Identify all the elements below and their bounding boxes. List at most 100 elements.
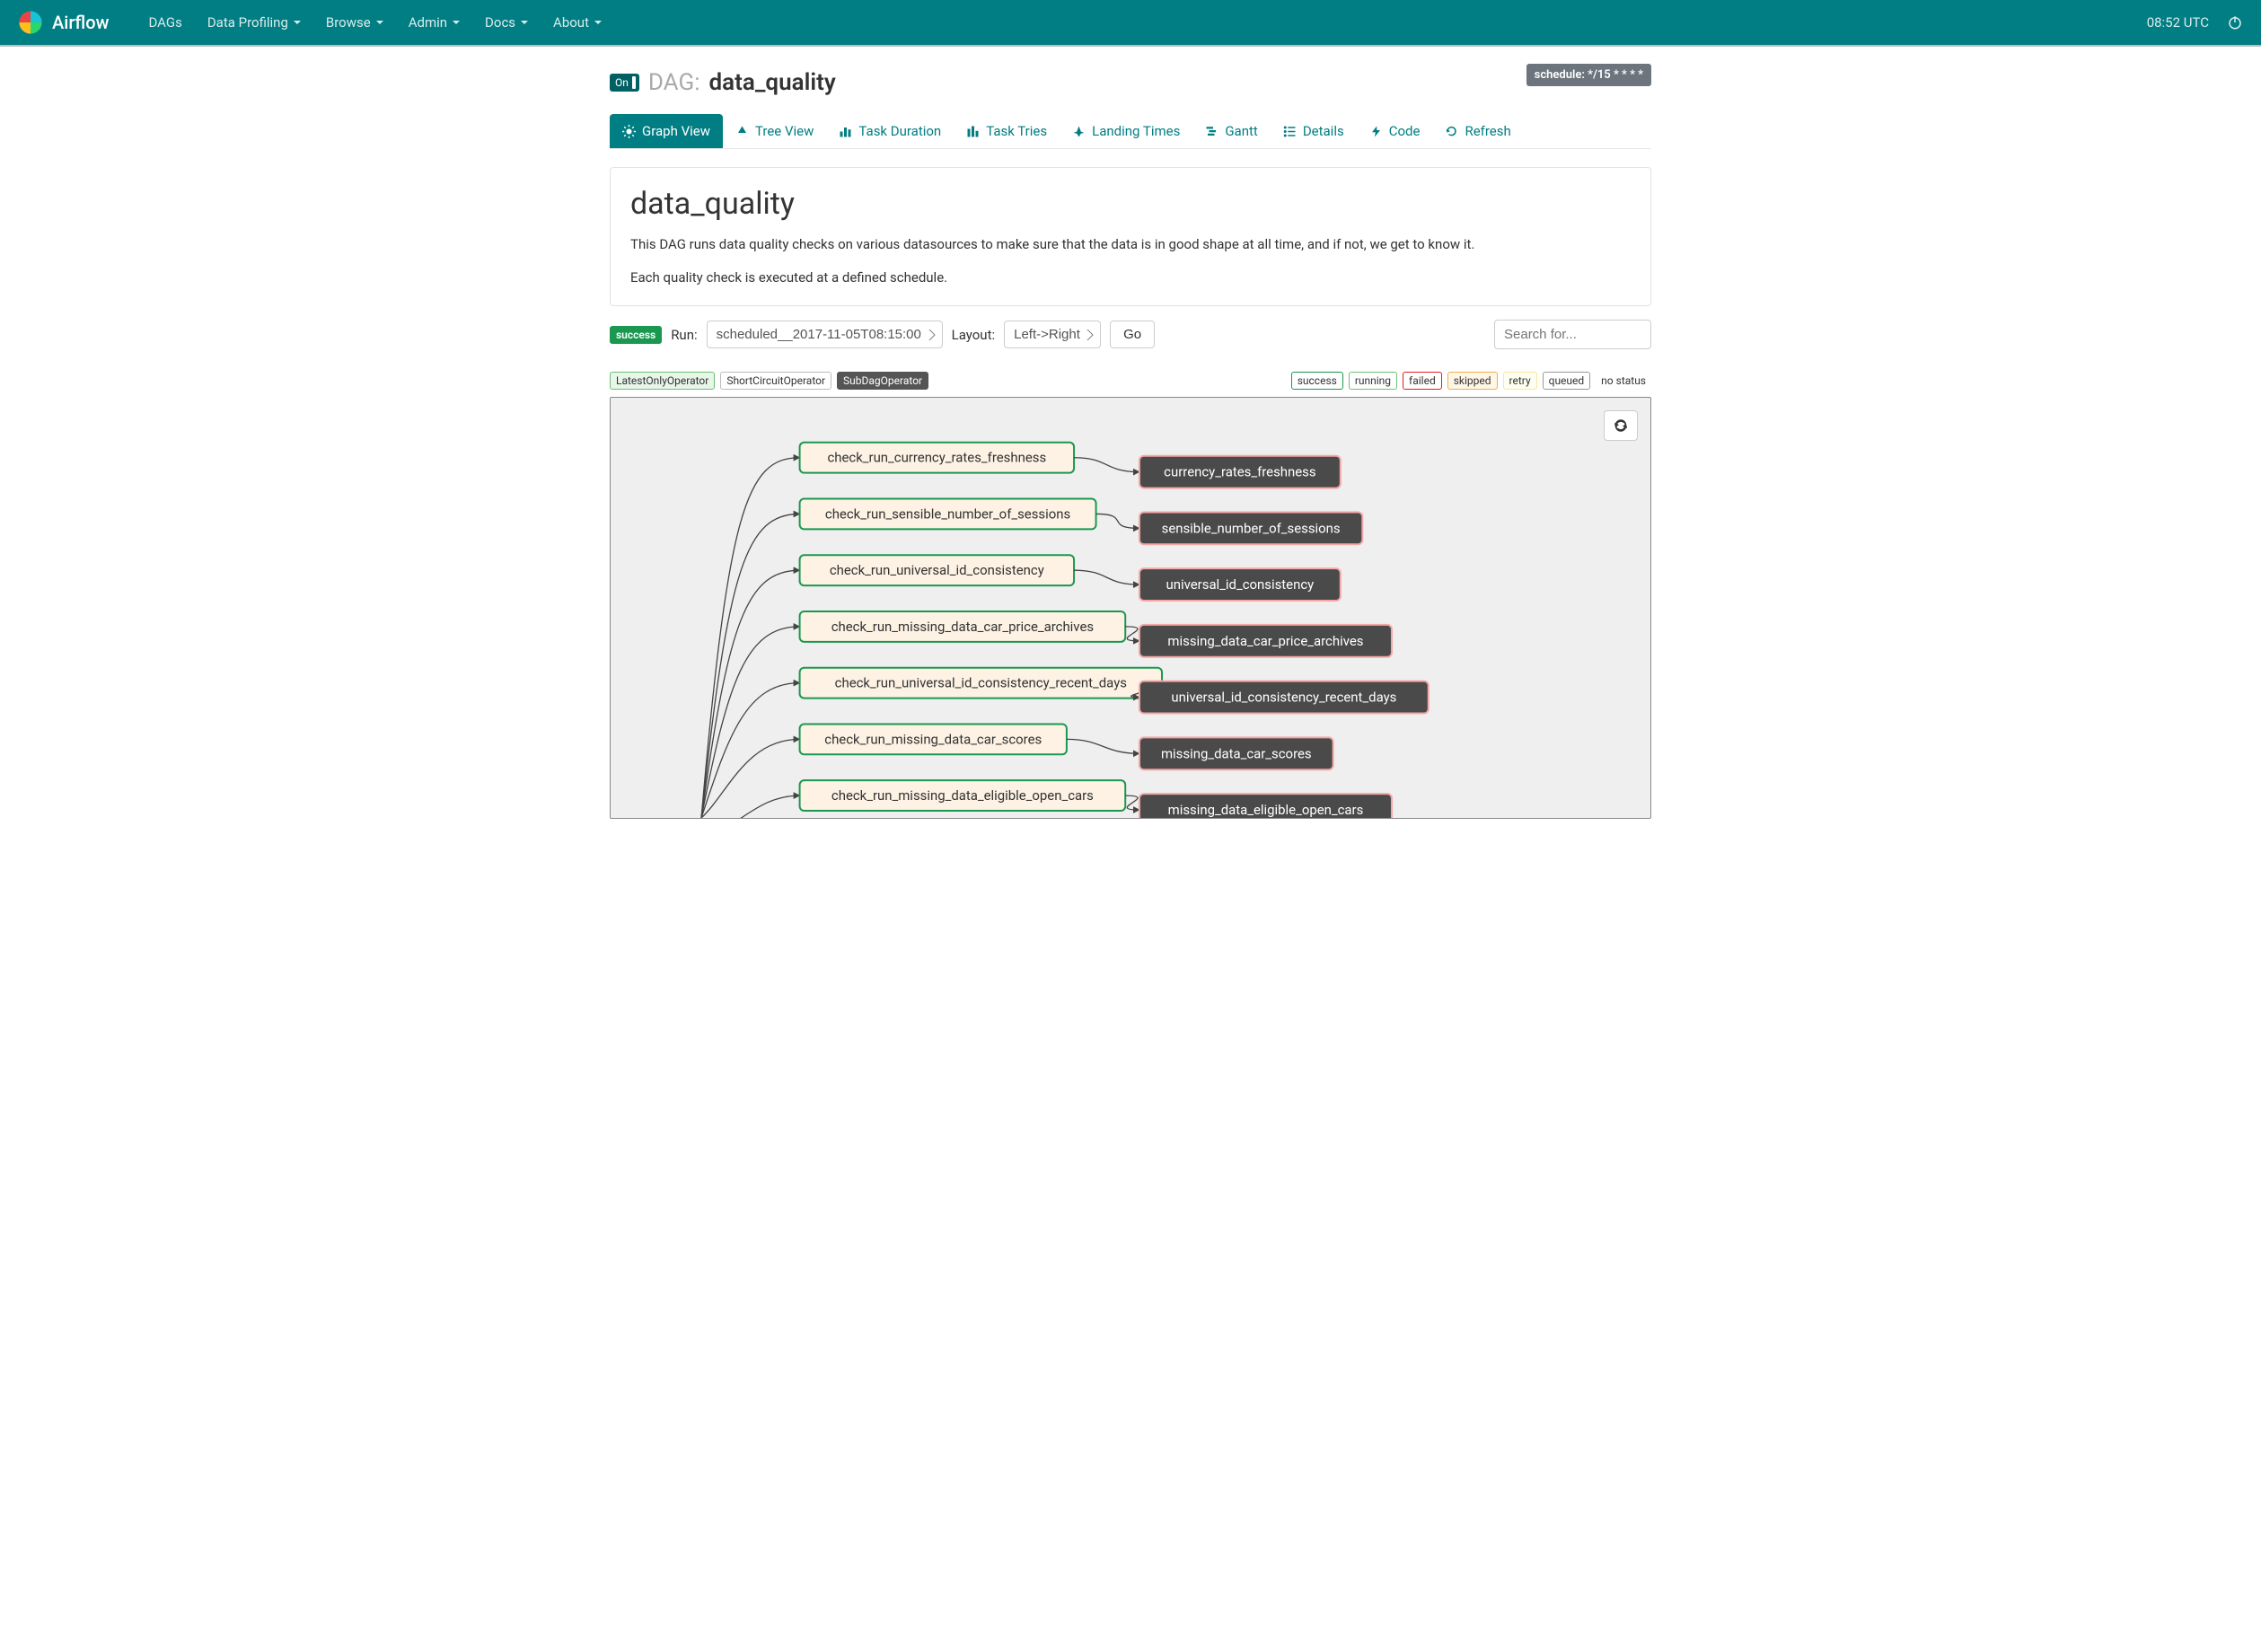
tab-label: Tree View (755, 123, 814, 139)
nav-item-about[interactable]: About (541, 0, 614, 45)
task-node-subdag[interactable]: missing_data_car_price_archives (1139, 625, 1392, 657)
run-select[interactable]: scheduled__2017-11-05T08:15:00 (707, 321, 943, 348)
svg-text:missing_data_car_price_archive: missing_data_car_price_archives (1167, 633, 1363, 649)
operator-latest-only: LatestOnlyOperator (610, 372, 715, 390)
task-node-subdag[interactable]: universal_id_consistency (1139, 568, 1341, 601)
task-node-check[interactable]: check_run_missing_data_car_scores (800, 724, 1067, 754)
task-node-check[interactable]: check_run_currency_rates_freshness (800, 443, 1074, 473)
power-icon[interactable] (2227, 14, 2243, 31)
tree-icon (735, 125, 749, 138)
tab-landing-times[interactable]: Landing Times (1060, 114, 1192, 148)
task-node-check[interactable]: check_run_universal_id_consistency (800, 555, 1074, 585)
caret-icon (594, 21, 602, 24)
operator-subdag: SubDagOperator (837, 372, 928, 390)
refresh-icon (1445, 125, 1458, 138)
svg-text:check_run_missing_data_car_sco: check_run_missing_data_car_scores (824, 731, 1042, 747)
tab-details[interactable]: Details (1271, 114, 1357, 148)
graph-refresh-button[interactable] (1604, 410, 1638, 441)
state-failed: failed (1403, 372, 1442, 390)
tab-graph-view[interactable]: Graph View (610, 114, 723, 148)
tab-label: Code (1389, 123, 1421, 139)
tab-label: Task Tries (986, 123, 1047, 139)
nav-item-docs[interactable]: Docs (472, 0, 541, 45)
svg-text:check_run_currency_rates_fresh: check_run_currency_rates_freshness (827, 450, 1046, 466)
svg-text:check_run_sensible_number_of_s: check_run_sensible_number_of_sessions (825, 505, 1070, 522)
task-node-check[interactable]: check_run_sensible_number_of_sessions (800, 499, 1096, 530)
tab-label: Details (1303, 123, 1344, 139)
tab-tree-view[interactable]: Tree View (723, 114, 826, 148)
go-button[interactable]: Go (1110, 321, 1155, 348)
tab-label: Refresh (1465, 123, 1510, 139)
task-node-subdag[interactable]: missing_data_car_scores (1139, 737, 1333, 769)
tab-refresh[interactable]: Refresh (1432, 114, 1523, 148)
svg-text:sensible_number_of_sessions: sensible_number_of_sessions (1162, 520, 1341, 536)
tab-code[interactable]: Code (1357, 114, 1433, 148)
state-no-status: no status (1596, 373, 1651, 389)
nav-item-admin[interactable]: Admin (396, 0, 472, 45)
airflow-logo-icon (18, 10, 43, 35)
dag-toggle[interactable]: On (610, 74, 639, 92)
layout-label: Layout: (952, 327, 995, 343)
lightning-icon (1369, 125, 1383, 138)
tab-task-tries[interactable]: Task Tries (954, 114, 1060, 148)
task-node-check[interactable]: check_run_missing_data_car_price_archive… (800, 611, 1126, 642)
task-node-check[interactable]: check_run_missing_data_eligible_open_car… (800, 780, 1126, 811)
bar-chart-icon (839, 125, 852, 138)
top-navbar: Airflow DAGs Data Profiling Browse Admin… (0, 0, 2261, 47)
svg-text:universal_id_consistency_recen: universal_id_consistency_recent_days (1171, 690, 1396, 706)
state-running: running (1349, 372, 1397, 390)
svg-text:missing_data_car_scores: missing_data_car_scores (1161, 745, 1312, 761)
nav-item-data-profiling[interactable]: Data Profiling (195, 0, 313, 45)
dag-graph-svg: check_run_currency_rates_freshnesscurren… (611, 398, 1650, 818)
description-panel: data_quality This DAG runs data quality … (610, 167, 1651, 306)
panel-paragraph-2: Each quality check is executed at a defi… (630, 268, 1631, 288)
svg-text:check_run_universal_id_consist: check_run_universal_id_consistency (830, 562, 1044, 578)
svg-text:currency_rates_freshness: currency_rates_freshness (1164, 464, 1315, 480)
task-node-subdag[interactable]: missing_data_eligible_open_cars (1139, 794, 1392, 818)
toggle-knob-icon (632, 76, 636, 89)
caret-icon (521, 21, 528, 24)
svg-text:check_run_missing_data_car_pri: check_run_missing_data_car_price_archive… (831, 619, 1094, 635)
panel-paragraph-1: This DAG runs data quality checks on var… (630, 234, 1631, 255)
state-success: success (1291, 372, 1343, 390)
state-queued: queued (1543, 372, 1591, 390)
task-node-check[interactable]: check_run_universal_id_consistency_recen… (800, 668, 1162, 699)
task-node-subdag[interactable]: currency_rates_freshness (1139, 456, 1341, 488)
task-node-subdag[interactable]: sensible_number_of_sessions (1139, 512, 1362, 544)
layout-select[interactable]: Left->Right (1004, 321, 1101, 348)
graph-area[interactable]: check_run_currency_rates_freshnesscurren… (610, 397, 1651, 819)
gantt-icon (1205, 125, 1218, 138)
tab-task-duration[interactable]: Task Duration (826, 114, 954, 148)
caret-icon (376, 21, 383, 24)
brand-text: Airflow (52, 12, 109, 33)
svg-text:check_run_missing_data_eligibl: check_run_missing_data_eligible_open_car… (831, 787, 1094, 804)
tab-label: Graph View (642, 123, 710, 139)
controls-row: success Run: scheduled__2017-11-05T08:15… (610, 320, 1651, 349)
refresh-icon (1613, 417, 1629, 434)
search-input[interactable] (1494, 320, 1651, 349)
dag-label: DAG: (648, 69, 700, 96)
nav-items: DAGs Data Profiling Browse Admin Docs Ab… (136, 0, 614, 45)
schedule-badge: schedule: */15 * * * * (1526, 64, 1651, 86)
run-state-badge: success (610, 326, 662, 344)
view-tabs: Graph View Tree View Task Duration Task … (610, 114, 1651, 149)
brand-logo[interactable]: Airflow (18, 10, 109, 35)
tab-label: Task Duration (858, 123, 941, 139)
sun-icon (622, 125, 636, 138)
tab-label: Gantt (1225, 123, 1257, 139)
nav-item-browse[interactable]: Browse (313, 0, 396, 45)
legend-row: LatestOnlyOperator ShortCircuitOperator … (610, 372, 1651, 390)
tab-gantt[interactable]: Gantt (1192, 114, 1270, 148)
dag-header: On DAG: data_quality schedule: */15 * * … (610, 69, 1651, 96)
task-node-subdag[interactable]: universal_id_consistency_recent_days (1139, 681, 1429, 714)
caret-icon (294, 21, 301, 24)
run-label: Run: (671, 327, 697, 343)
dag-name: data_quality (709, 69, 836, 96)
clock-text: 08:52 UTC (2147, 14, 2209, 31)
plane-icon (1072, 125, 1086, 138)
caret-icon (453, 21, 460, 24)
list-icon (1283, 125, 1297, 138)
state-skipped: skipped (1447, 372, 1498, 390)
svg-text:check_run_universal_id_consist: check_run_universal_id_consistency_recen… (835, 675, 1127, 691)
nav-item-dags[interactable]: DAGs (136, 0, 194, 45)
